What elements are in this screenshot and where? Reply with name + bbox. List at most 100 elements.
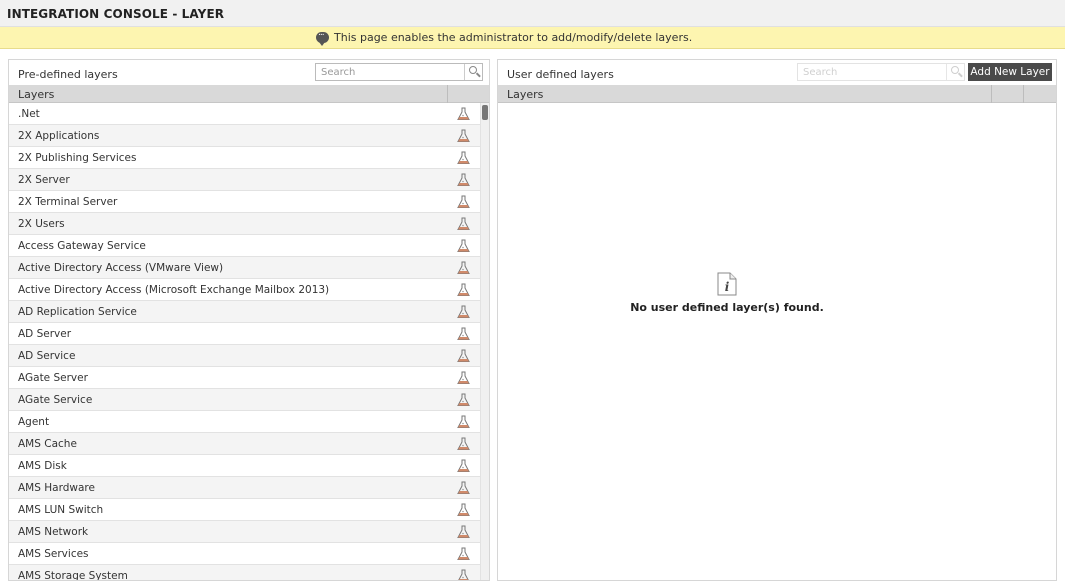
flask-icon[interactable] [457,195,470,209]
layer-name[interactable]: AMS Cache [18,438,77,450]
add-new-layer-button[interactable]: Add New Layer [968,63,1052,81]
layer-name[interactable]: AMS Services [18,548,89,560]
flask-icon[interactable] [457,129,470,143]
predefined-panel-header: Pre-defined layers [9,60,489,85]
layer-name[interactable]: Agent [18,416,49,428]
flask-icon[interactable] [457,525,470,539]
info-message: This page enables the administrator to a… [316,28,693,46]
flask-icon[interactable] [457,151,470,165]
layer-row[interactable]: AMS LUN Switch [9,499,480,521]
flask-icon[interactable] [457,173,470,187]
layer-row[interactable]: AMS Disk [9,455,480,477]
flask-icon[interactable] [457,481,470,495]
search-icon [469,66,477,74]
layer-name[interactable]: 2X Applications [18,130,99,142]
layer-row[interactable]: Active Directory Access (Microsoft Excha… [9,279,480,301]
flask-icon[interactable] [457,349,470,363]
layer-name[interactable]: 2X Terminal Server [18,196,117,208]
predefined-search-input[interactable] [316,64,482,80]
layer-row[interactable]: AD Service [9,345,480,367]
flask-icon[interactable] [457,261,470,275]
layer-name[interactable]: AGate Server [18,372,88,384]
predefined-search-box [315,63,483,81]
flask-icon[interactable] [457,107,470,121]
user-defined-column-header: Layers [498,85,1056,103]
layer-row[interactable]: AGate Server [9,367,480,389]
user-defined-search-button[interactable] [946,64,964,80]
layer-name[interactable]: AD Service [18,350,75,362]
layer-row[interactable]: Access Gateway Service [9,235,480,257]
user-defined-panel-header: User defined layers Add New Layer [498,60,1056,85]
layer-name[interactable]: AGate Service [18,394,92,406]
flask-icon[interactable] [457,239,470,253]
flask-icon[interactable] [457,503,470,517]
layer-name[interactable]: AD Server [18,328,71,340]
layer-row[interactable]: AMS Hardware [9,477,480,499]
search-icon [951,66,959,74]
info-message-text: This page enables the administrator to a… [334,31,693,44]
predefined-panel-title: Pre-defined layers [18,68,118,81]
layer-row[interactable]: 2X Server [9,169,480,191]
flask-icon[interactable] [457,305,470,319]
info-bar: This page enables the administrator to a… [0,27,1065,49]
layer-name[interactable]: AMS Hardware [18,482,95,494]
flask-icon[interactable] [457,459,470,473]
layers-column-label[interactable]: Layers [18,88,54,101]
scrollbar-thumb[interactable] [482,105,488,120]
flask-icon[interactable] [457,327,470,341]
layer-name[interactable]: AD Replication Service [18,306,137,318]
column-divider [1023,85,1024,103]
layer-name[interactable]: Access Gateway Service [18,240,146,252]
speech-bubble-icon [316,28,329,46]
layer-name[interactable]: 2X Server [18,174,70,186]
predefined-list-scrollbar[interactable] [480,103,489,580]
layer-row[interactable]: .Net [9,103,480,125]
layer-name[interactable]: AMS Network [18,526,88,538]
layer-row[interactable]: 2X Users [9,213,480,235]
layer-name[interactable]: .Net [18,108,40,120]
layer-row[interactable]: Active Directory Access (VMware View) [9,257,480,279]
flask-icon[interactable] [457,371,470,385]
page-title: INTEGRATION CONSOLE - LAYER [7,7,225,21]
layer-name[interactable]: 2X Users [18,218,65,230]
layer-row[interactable]: AMS Network [9,521,480,543]
layer-row[interactable]: AMS Storage System [9,565,480,580]
svg-text:i: i [725,280,730,294]
layer-row[interactable]: AD Replication Service [9,301,480,323]
info-document-icon: i [716,272,738,296]
flask-icon[interactable] [457,437,470,451]
user-defined-panel-title: User defined layers [507,68,614,81]
flask-icon[interactable] [457,569,470,580]
title-bar: INTEGRATION CONSOLE - LAYER [0,0,1065,27]
layers-column-label[interactable]: Layers [507,88,543,101]
layer-row[interactable]: AMS Cache [9,433,480,455]
predefined-layers-panel: Pre-defined layers Layers .Net 2X Applica… [8,59,490,581]
flask-icon[interactable] [457,393,470,407]
empty-state: i No user defined layer(s) found. [498,272,956,314]
layer-name[interactable]: AMS Disk [18,460,67,472]
flask-icon[interactable] [457,547,470,561]
layer-name[interactable]: 2X Publishing Services [18,152,137,164]
user-defined-search-input[interactable] [798,64,964,80]
predefined-layers-list: .Net 2X Applications 2X Publishing Service… [9,103,480,580]
layer-row[interactable]: Agent [9,411,480,433]
user-defined-search-box [797,63,965,81]
layer-name[interactable]: Active Directory Access (VMware View) [18,262,223,274]
layer-row[interactable]: 2X Terminal Server [9,191,480,213]
layer-row[interactable]: AD Server [9,323,480,345]
layer-name[interactable]: AMS LUN Switch [18,504,103,516]
predefined-column-header: Layers [9,85,489,103]
layer-row[interactable]: AGate Service [9,389,480,411]
layer-row[interactable]: 2X Publishing Services [9,147,480,169]
flask-icon[interactable] [457,283,470,297]
layer-row[interactable]: AMS Services [9,543,480,565]
column-divider [447,85,448,103]
layer-row[interactable]: 2X Applications [9,125,480,147]
user-defined-layers-panel: User defined layers Add New Layer Layers… [497,59,1057,581]
layer-name[interactable]: Active Directory Access (Microsoft Excha… [18,284,329,296]
flask-icon[interactable] [457,217,470,231]
empty-state-message: No user defined layer(s) found. [630,301,824,314]
layer-name[interactable]: AMS Storage System [18,570,128,580]
predefined-search-button[interactable] [464,64,482,80]
flask-icon[interactable] [457,415,470,429]
